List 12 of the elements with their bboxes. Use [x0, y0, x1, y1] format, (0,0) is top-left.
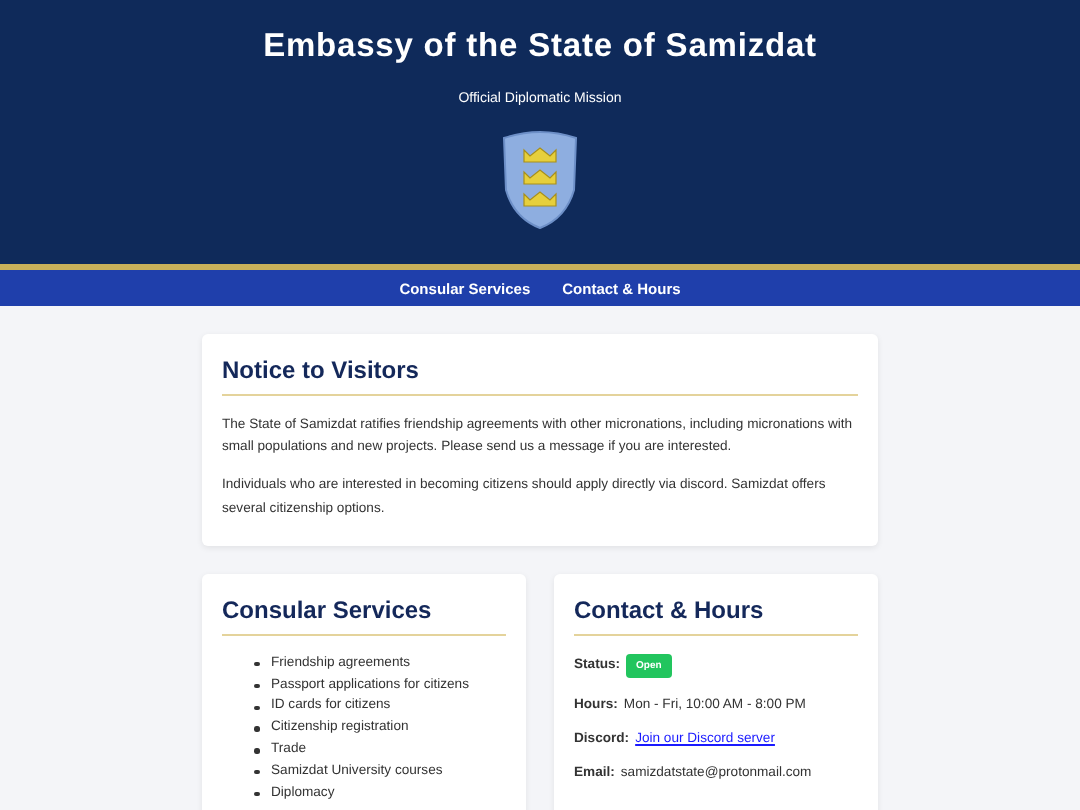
bullet-icon — [254, 661, 259, 667]
card-title: Contact & Hours — [574, 595, 858, 636]
bullet-icon — [254, 726, 259, 732]
card-title: Notice to Visitors — [222, 356, 858, 396]
bullet-icon — [254, 769, 259, 775]
site-title: Embassy of the State of Samizdat — [263, 28, 817, 66]
card-title: Consular Services — [222, 595, 506, 636]
crest-icon — [500, 130, 580, 230]
bullet-icon — [254, 683, 259, 689]
bullet-icon — [254, 705, 259, 711]
bullet-icon — [254, 748, 259, 754]
bullet-icon — [254, 791, 259, 797]
